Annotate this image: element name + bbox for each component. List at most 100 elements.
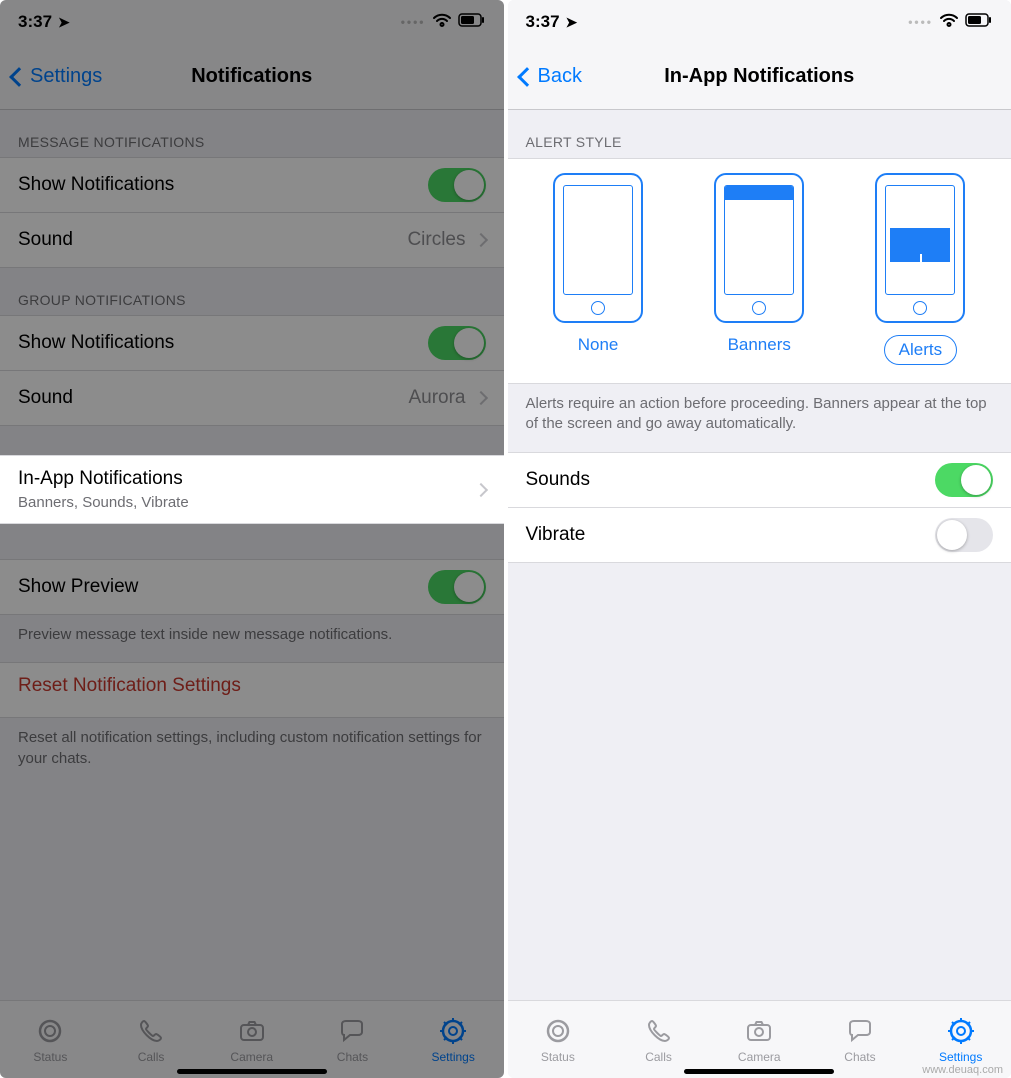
location-icon: ➤	[58, 14, 70, 31]
status-bar: 3:37 ➤ ••••	[508, 0, 1011, 44]
content-scroll[interactable]: ALERT STYLE None Banners Alerts Alerts r…	[508, 110, 1011, 1000]
vibrate-cell[interactable]: Vibrate	[508, 507, 1011, 563]
alert-style-panel: None Banners Alerts	[508, 158, 1011, 384]
status-icon	[35, 1016, 65, 1046]
alert-option-none[interactable]: None	[553, 173, 643, 365]
alert-option-alerts[interactable]: Alerts	[875, 173, 965, 365]
toggle-show-preview[interactable]	[428, 570, 486, 604]
tab-label: Camera	[738, 1050, 781, 1064]
alert-style-footer: Alerts require an action before proceedi…	[508, 384, 1011, 453]
cell-subtitle: Banners, Sounds, Vibrate	[18, 494, 486, 511]
alert-preview-none-icon	[553, 173, 643, 323]
chevron-right-icon	[473, 391, 487, 405]
toggle-show-notifications-message[interactable]	[428, 168, 486, 202]
nav-bar: Back In-App Notifications	[508, 44, 1011, 110]
watermark: www.deuaq.com	[922, 1064, 1003, 1076]
phone-icon	[136, 1016, 166, 1046]
camera-icon	[744, 1016, 774, 1046]
sound-message-cell[interactable]: Sound Circles	[0, 212, 504, 268]
battery-icon	[965, 12, 993, 32]
back-button[interactable]: Settings	[12, 65, 102, 88]
cell-title: Reset Notification Settings	[18, 675, 486, 697]
tab-label: Status	[33, 1050, 67, 1064]
gear-icon	[438, 1016, 468, 1046]
tab-label: Settings	[939, 1050, 982, 1064]
cell-label: Sound	[18, 387, 73, 409]
back-button[interactable]: Back	[520, 65, 582, 88]
cell-label: Sound	[18, 229, 73, 251]
nav-bar: Settings Notifications	[0, 44, 504, 110]
section-header-alert-style: ALERT STYLE	[508, 110, 1011, 158]
chevron-right-icon	[473, 233, 487, 247]
wifi-icon	[939, 12, 959, 33]
reset-notification-settings-cell[interactable]: Reset Notification Settings	[0, 662, 504, 718]
sound-group-cell[interactable]: Sound Aurora	[0, 370, 504, 426]
cell-value: Aurora	[408, 387, 465, 409]
home-indicator[interactable]	[177, 1069, 327, 1074]
cell-label: Show Notifications	[18, 332, 174, 354]
alert-label: Alerts	[884, 335, 957, 365]
alert-label: Banners	[728, 335, 791, 355]
show-notifications-group-cell[interactable]: Show Notifications	[0, 315, 504, 371]
alert-label: None	[578, 335, 619, 355]
reset-footer: Reset all notification settings, includi…	[0, 718, 504, 787]
tab-status[interactable]: Status	[0, 1001, 101, 1078]
content-scroll[interactable]: MESSAGE NOTIFICATIONS Show Notifications…	[0, 110, 504, 1000]
status-time: 3:37	[526, 12, 560, 32]
gear-icon	[946, 1016, 976, 1046]
alert-option-banners[interactable]: Banners	[714, 173, 804, 365]
section-header-message: MESSAGE NOTIFICATIONS	[0, 110, 504, 158]
sounds-cell[interactable]: Sounds	[508, 452, 1011, 508]
back-label: Settings	[30, 65, 102, 88]
tab-calls[interactable]: Calls	[608, 1001, 709, 1078]
camera-icon	[237, 1016, 267, 1046]
tab-calls[interactable]: Calls	[101, 1001, 202, 1078]
toggle-show-notifications-group[interactable]	[428, 326, 486, 360]
tab-label: Settings	[431, 1050, 474, 1064]
alert-preview-banners-icon	[714, 173, 804, 323]
tab-bar: Status Calls Camera Chats Settings	[0, 1000, 504, 1078]
tab-label: Camera	[230, 1050, 273, 1064]
battery-icon	[458, 12, 486, 32]
chats-icon	[845, 1016, 875, 1046]
phone-icon	[644, 1016, 674, 1046]
section-header-group: GROUP NOTIFICATIONS	[0, 268, 504, 316]
cell-label: Sounds	[526, 469, 590, 491]
toggle-sounds[interactable]	[935, 463, 993, 497]
tab-label: Status	[541, 1050, 575, 1064]
chevron-left-icon	[9, 67, 29, 87]
alert-preview-alerts-icon	[875, 173, 965, 323]
tab-label: Chats	[844, 1050, 875, 1064]
status-bar: 3:37 ➤ ••••	[0, 0, 504, 44]
show-preview-cell[interactable]: Show Preview	[0, 559, 504, 615]
tab-label: Calls	[645, 1050, 672, 1064]
show-notifications-message-cell[interactable]: Show Notifications	[0, 157, 504, 213]
page-title: In-App Notifications	[508, 65, 1011, 88]
toggle-vibrate[interactable]	[935, 518, 993, 552]
cell-title: In-App Notifications	[18, 468, 486, 490]
preview-footer: Preview message text inside new message …	[0, 615, 504, 663]
tab-camera[interactable]: Camera	[201, 1001, 302, 1078]
recording-dots-icon: ••••	[908, 15, 933, 29]
back-label: Back	[538, 65, 582, 88]
tab-chats[interactable]: Chats	[302, 1001, 403, 1078]
recording-dots-icon: ••••	[401, 15, 426, 29]
chats-icon	[337, 1016, 367, 1046]
notifications-screen: 3:37 ➤ •••• Settings Notifications MESSA	[0, 0, 504, 1078]
cell-value: Circles	[407, 229, 465, 251]
status-icon	[543, 1016, 573, 1046]
tab-status[interactable]: Status	[508, 1001, 609, 1078]
home-indicator[interactable]	[684, 1069, 834, 1074]
in-app-notifications-screen: 3:37 ➤ •••• Back In-App Notifications AL	[508, 0, 1011, 1078]
location-icon: ➤	[566, 14, 578, 31]
tab-settings[interactable]: Settings	[403, 1001, 504, 1078]
tab-label: Calls	[138, 1050, 165, 1064]
tab-chats[interactable]: Chats	[810, 1001, 911, 1078]
cell-label: Vibrate	[526, 524, 586, 546]
tab-camera[interactable]: Camera	[709, 1001, 810, 1078]
cell-label: Show Preview	[18, 576, 138, 598]
wifi-icon	[432, 12, 452, 33]
chevron-left-icon	[517, 67, 537, 87]
cell-label: Show Notifications	[18, 174, 174, 196]
in-app-notifications-cell[interactable]: In-App Notifications Banners, Sounds, Vi…	[0, 455, 504, 524]
